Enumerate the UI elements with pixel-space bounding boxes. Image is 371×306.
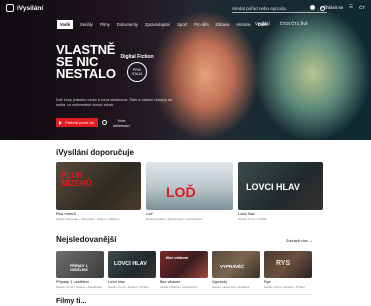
lang-switch[interactable]: ČT — [359, 5, 365, 10]
show-meta: Seriál • Krimi • Drama • Thriller — [264, 285, 305, 289]
show-thumbnail: LOVCI HLAV — [238, 162, 323, 210]
show-thumbnail: PLUK MIZERŮ — [56, 162, 141, 210]
award-badge: Digital Fiction PRIX ITALIA — [115, 54, 159, 82]
show-meta: Seriál • Historické • Rodinné — [212, 285, 250, 289]
show-title: Pluk mizerů — [56, 212, 76, 216]
logo[interactable]: iVysílání — [6, 4, 43, 12]
show-meta: Seriál • Komedie • Historické • Drama • … — [56, 217, 120, 221]
nav-item-news[interactable]: Zpravodajství — [145, 22, 170, 27]
show-thumbnail: VYPRAVĚČ — [212, 251, 260, 278]
show-title: Případy 1. oddělení — [56, 280, 89, 284]
award-title: Digital Fiction — [120, 54, 154, 60]
show-thumbnail: Bez vědomí — [160, 251, 208, 278]
show-thumbnail: RYS — [264, 251, 312, 278]
award-seal-icon: PRIX ITALIA — [127, 62, 147, 82]
show-card[interactable]: PŘÍPADY 1. ODDĚLENÍ Případy 1. oddělení … — [56, 251, 104, 289]
show-meta: Seriál • Krimi • Thriller — [238, 217, 268, 221]
nav-item-kids[interactable]: Pro děti — [194, 22, 208, 27]
show-card[interactable]: PLUK MIZERŮ Pluk mizerů Seriál • Komedie… — [56, 162, 141, 221]
nav-right: Vysílání ČT24 ČT1 živě — [255, 21, 308, 26]
hero-banner: iVysílání Hledat pořad nebo epizodu Přih… — [0, 0, 371, 140]
show-title: Vyprávěj — [212, 280, 227, 284]
nav-broadcast[interactable]: Vysílání — [255, 21, 270, 26]
nav-item-sport[interactable]: Sport — [177, 22, 187, 27]
show-card[interactable]: VYPRAVĚČ Vyprávěj Seriál • Historické • … — [212, 251, 260, 289]
top-bar: iVysílání Hledat pořad nebo epizodu Přih… — [0, 0, 371, 16]
nav-live[interactable]: ČT24 ČT1 živě — [280, 21, 308, 26]
show-card[interactable]: LOVCI HLAV Lovci hlav Seriál • Krimi • T… — [238, 162, 323, 221]
play-icon — [59, 120, 62, 125]
ct-logo-icon — [6, 4, 14, 12]
show-thumbnail: LOĎ — [146, 162, 233, 210]
hero-image-right-person — [255, 8, 370, 140]
show-title: Lovci hlav — [238, 212, 255, 216]
show-card[interactable]: RYS Rys Seriál • Krimi • Drama • Thrille… — [264, 251, 312, 289]
show-meta: Seriál • Krimi • Drama • Detektivka — [56, 285, 102, 289]
user-icon[interactable] — [309, 4, 315, 10]
nav-item-documents[interactable]: Dokumenty — [117, 22, 138, 27]
show-meta: Dokumentární • Technologie • Architektur… — [146, 217, 203, 221]
nav-item-films[interactable]: Filmy — [100, 22, 110, 27]
arrow-right-icon: → — [308, 239, 313, 243]
menu-icon[interactable]: ☰ — [349, 4, 353, 10]
show-thumbnail: LOVCI HLAV — [108, 251, 156, 278]
search-placeholder: Hledat pořad nebo epizodu — [232, 5, 287, 11]
logo-text: iVysílání — [17, 4, 44, 12]
hero-description: Dvě ženy jednoho muže a nová zkušenost. … — [56, 98, 173, 107]
show-title: Loď — [146, 212, 153, 216]
show-more-link[interactable]: Zobrazit více → — [286, 239, 313, 243]
nav-item-history[interactable]: Historie — [237, 22, 251, 27]
show-card[interactable]: LOVCI HLAV Lovci hlav Seriál • Krimi • D… — [108, 251, 156, 289]
show-title: Rys — [264, 280, 271, 284]
nav-item-home[interactable]: Vodě — [57, 20, 73, 29]
section-title-recommended: iVysílání doporučuje — [56, 148, 134, 157]
play-button[interactable]: Přehrát první díl — [56, 118, 98, 127]
info-icon — [102, 120, 107, 125]
hero-title: VLASTNĚ SE NIC NESTALO — [56, 42, 116, 81]
show-title: Lovci hlav — [108, 280, 125, 284]
show-title: Bez vědomí — [160, 280, 181, 284]
show-card[interactable]: LOĎ Loď Dokumentární • Technologie • Arc… — [146, 162, 233, 221]
section-divider — [56, 294, 311, 295]
show-card[interactable]: Bez vědomí Bez vědomí Seriál • Drama • M… — [160, 251, 208, 289]
show-meta: Seriál • Krimi • Drama • Thriller — [108, 285, 149, 289]
more-info-button[interactable]: Více informací — [102, 118, 134, 128]
show-thumbnail: PŘÍPADY 1. ODDĚLENÍ — [56, 251, 104, 278]
nav-item-fun[interactable]: Zábava — [216, 22, 230, 27]
section-title-most-watched: Nejsledovanější — [56, 235, 117, 244]
show-meta: Seriál • Drama • Mysteriózní — [160, 285, 198, 289]
login-link[interactable]: Přihlásit se — [321, 5, 343, 10]
nav-item-serials[interactable]: Seriály — [80, 22, 93, 27]
section-title-next: Filmy ti... — [56, 298, 87, 305]
main-nav: Vodě Seriály Filmy Dokumenty Zpravodajst… — [57, 20, 268, 29]
